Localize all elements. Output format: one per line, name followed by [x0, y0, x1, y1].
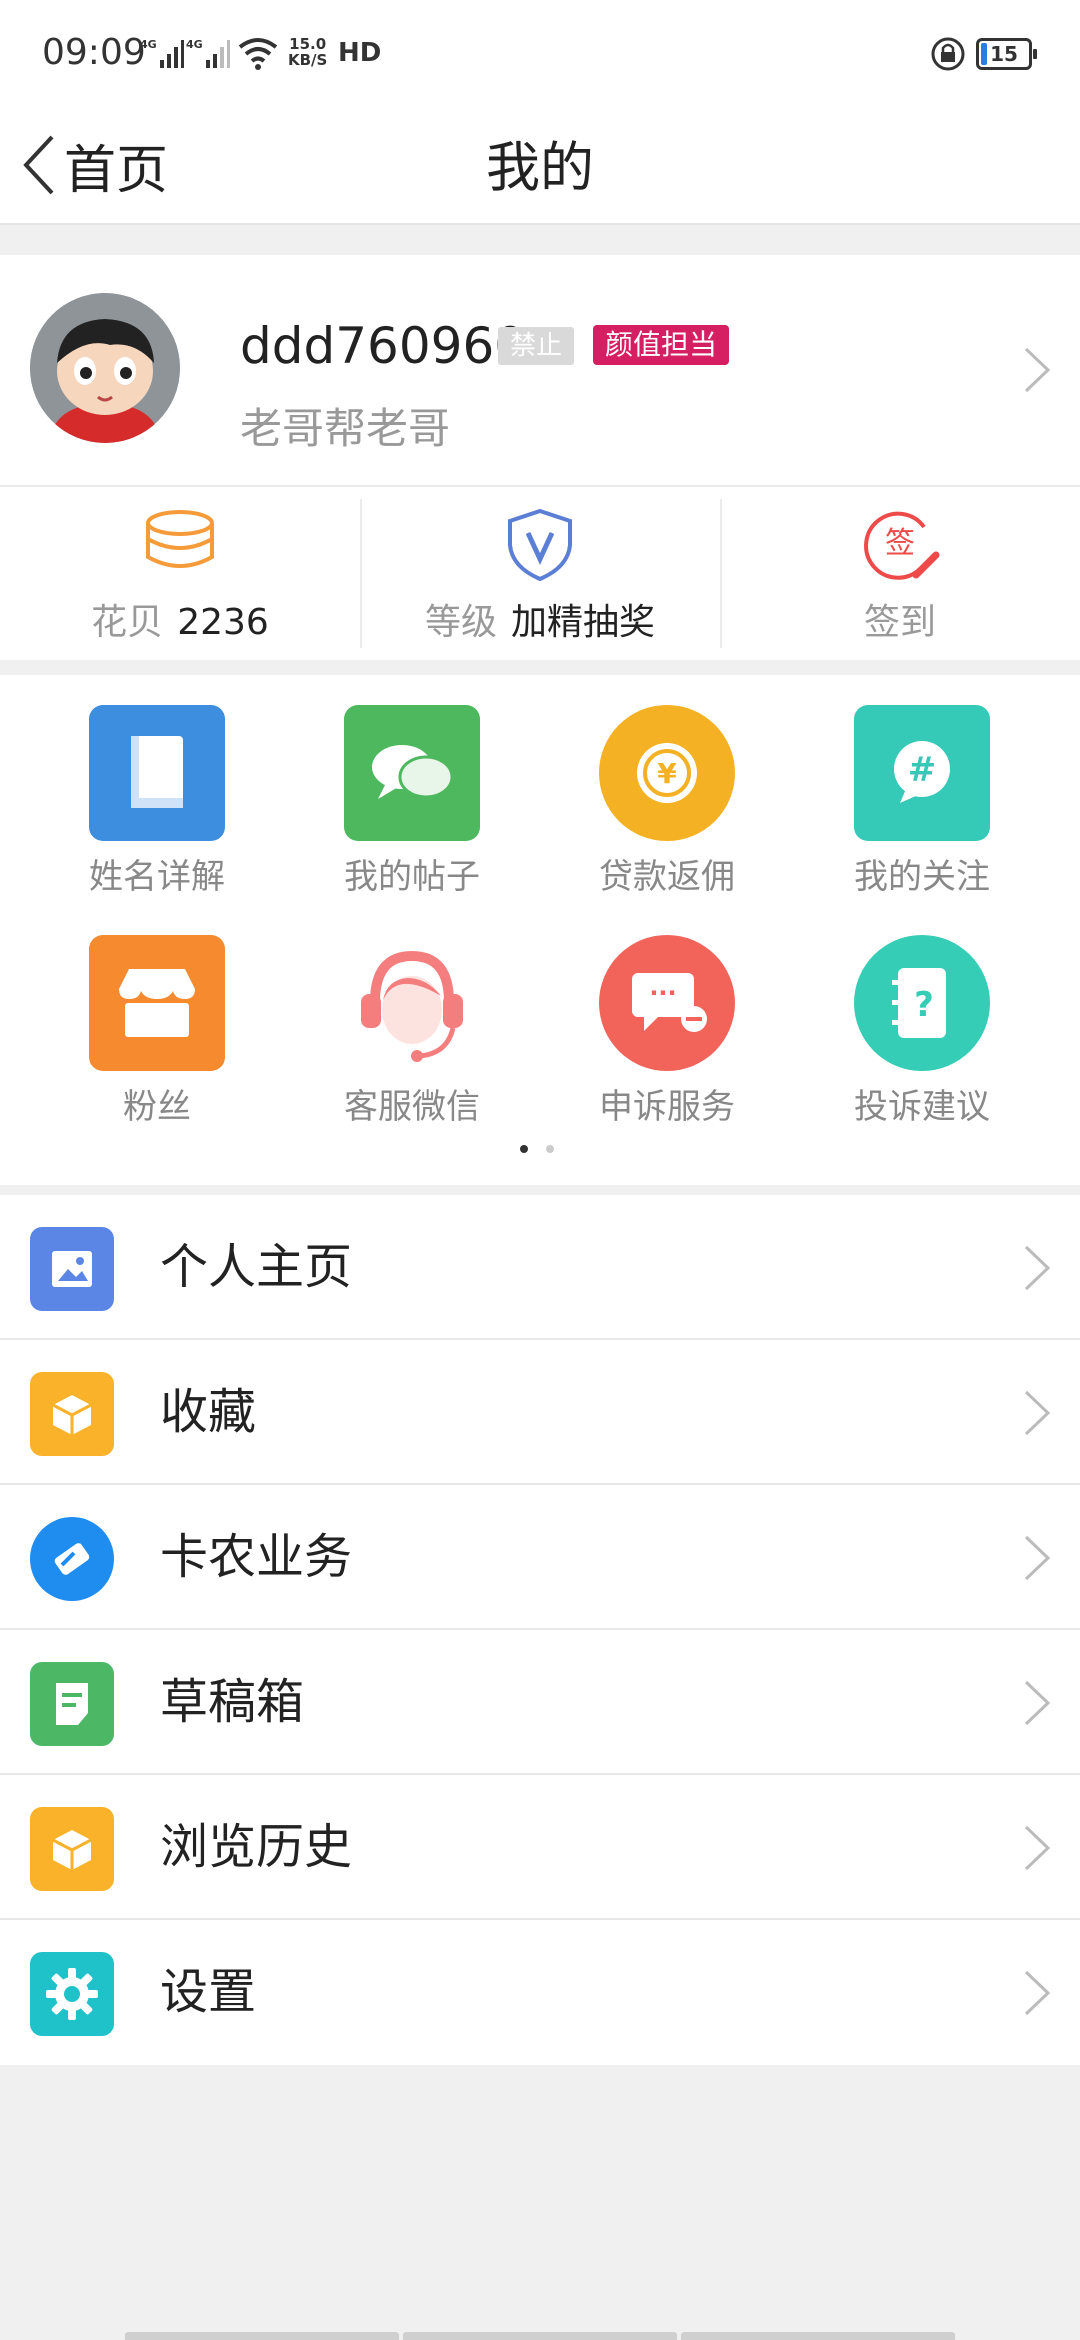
menu-item-label: 个人主页: [160, 1239, 353, 1295]
svg-text:4G: 4G: [186, 38, 203, 51]
menu-item-label: 浏览历史: [160, 1819, 353, 1875]
menu-item-drafts[interactable]: 草稿箱: [0, 1630, 1080, 1775]
hashtag-glyph: #: [908, 750, 937, 790]
shield-v-icon: [508, 508, 572, 582]
status-badge-ban: 禁止: [498, 327, 575, 365]
page-indicator: [520, 1145, 554, 1153]
status-bar: 09:09 4G 4G 15.0 KB/S HD 15: [0, 0, 1080, 110]
menu-item-kanong-business[interactable]: 卡农业务: [0, 1485, 1080, 1630]
chevron-right-icon: [1024, 1535, 1051, 1581]
stat-huabei[interactable]: 花贝 2236: [0, 487, 360, 660]
complaint-message-icon: ···: [599, 935, 735, 1071]
stat-level[interactable]: 等级 加精抽奖: [360, 487, 720, 660]
page-dot: [546, 1145, 554, 1153]
shop-icon: [89, 935, 225, 1071]
menu-list: 个人主页 收藏 卡农业务 草稿箱 浏览历史 设置: [0, 1195, 1080, 2065]
box-icon: [30, 1807, 114, 1891]
grid-item-loan-rebate[interactable]: ¥ 贷款返佣: [567, 705, 767, 898]
menu-item-profile-home[interactable]: 个人主页: [0, 1195, 1080, 1340]
chat-bubbles-icon: [344, 705, 480, 841]
chevron-right-icon: [1024, 347, 1051, 393]
gear-icon: [30, 1952, 114, 2036]
svg-text:4G: 4G: [140, 38, 157, 51]
avatar[interactable]: [30, 293, 180, 443]
menu-item-label: 草稿箱: [160, 1674, 305, 1730]
coin-icon: ¥: [599, 705, 735, 841]
grid-item-label: 粉丝: [123, 1087, 191, 1127]
question-glyph: ?: [914, 985, 934, 1025]
nav-bar: 首页 我的: [0, 110, 1080, 225]
menu-item-label: 卡农业务: [160, 1529, 353, 1585]
status-time: 09:09: [42, 32, 146, 73]
wifi-icon: [238, 38, 278, 70]
feature-grid: 姓名详解 我的帖子 ¥ 贷款返佣 # 我的关注 粉丝 客服微信 ··· 申诉服务…: [0, 675, 1080, 1185]
network-speed: 15.0 KB/S: [288, 35, 328, 69]
grid-item-my-follows[interactable]: # 我的关注: [822, 705, 1022, 898]
grid-item-appeal-service[interactable]: ··· 申诉服务: [567, 935, 767, 1128]
grid-item-label: 贷款返佣: [599, 857, 735, 897]
question-notebook-icon: ?: [854, 935, 990, 1071]
role-badge: 颜值担当: [593, 325, 730, 365]
cellular-signal-2-icon: 4G: [186, 38, 230, 68]
chevron-right-icon: [1024, 1245, 1051, 1291]
menu-item-label: 收藏: [160, 1384, 257, 1440]
cartoon-face-icon: [30, 293, 180, 443]
grid-item-feedback[interactable]: ? 投诉建议: [822, 935, 1022, 1128]
grid-item-customer-wechat[interactable]: 客服微信: [312, 935, 512, 1128]
stat-label: 签到: [863, 602, 936, 643]
grid-item-name-analysis[interactable]: 姓名详解: [57, 705, 257, 898]
stats-row: 花贝 2236 等级 加精抽奖 签 签到: [0, 485, 1080, 660]
grid-item-label: 我的关注: [854, 857, 990, 897]
stat-value: 2236: [177, 602, 269, 643]
chevron-right-icon: [1024, 1970, 1051, 2016]
bottom-gesture-bar[interactable]: [125, 2332, 955, 2340]
sign-in-glyph: 签: [885, 526, 915, 561]
menu-item-label: 设置: [160, 1964, 257, 2020]
cellular-signal-icon: 4G: [140, 38, 184, 68]
grid-item-label: 投诉建议: [854, 1087, 990, 1127]
stat-value: 加精抽奖: [511, 602, 656, 643]
chevron-right-icon: [1024, 1825, 1051, 1871]
image-icon: [30, 1227, 114, 1311]
customer-service-icon: [344, 935, 480, 1071]
menu-item-favorites[interactable]: 收藏: [0, 1340, 1080, 1485]
grid-item-label: 申诉服务: [599, 1087, 735, 1127]
grid-item-fans[interactable]: 粉丝: [57, 935, 257, 1128]
stat-label: 等级: [424, 602, 497, 643]
rotation-lock-icon: [931, 37, 965, 71]
sign-in-icon: 签: [864, 511, 940, 580]
hashtag-icon: #: [854, 705, 990, 841]
menu-item-settings[interactable]: 设置: [0, 1920, 1080, 2065]
chevron-right-icon: [1024, 1680, 1051, 1726]
battery-icon: 15: [976, 38, 1037, 70]
user-bio: 老哥帮老哥: [240, 404, 451, 453]
hd-icon: HD: [338, 38, 382, 68]
grid-item-label: 姓名详解: [89, 857, 225, 897]
page-title: 我的: [486, 136, 594, 199]
username: ddd760960: [240, 317, 527, 375]
profile-card[interactable]: ddd760960 禁止 颜值担当 老哥帮老哥: [0, 255, 1080, 485]
draft-icon: [30, 1662, 114, 1746]
handshake-icon: [30, 1517, 114, 1601]
grid-item-label: 我的帖子: [344, 857, 480, 897]
page-dot-active: [520, 1145, 528, 1153]
stat-signin[interactable]: 签 签到: [720, 487, 1080, 660]
menu-item-history[interactable]: 浏览历史: [0, 1775, 1080, 1920]
stat-label: 花贝: [91, 602, 164, 643]
chevron-right-icon: [1024, 1390, 1051, 1436]
book-icon: [89, 705, 225, 841]
coins-icon: [146, 510, 214, 568]
grid-item-label: 客服微信: [344, 1087, 480, 1127]
box-icon: [30, 1372, 114, 1456]
message-dots-glyph: ···: [649, 979, 676, 1007]
grid-item-my-posts[interactable]: 我的帖子: [312, 705, 512, 898]
coin-glyph: ¥: [657, 757, 677, 790]
